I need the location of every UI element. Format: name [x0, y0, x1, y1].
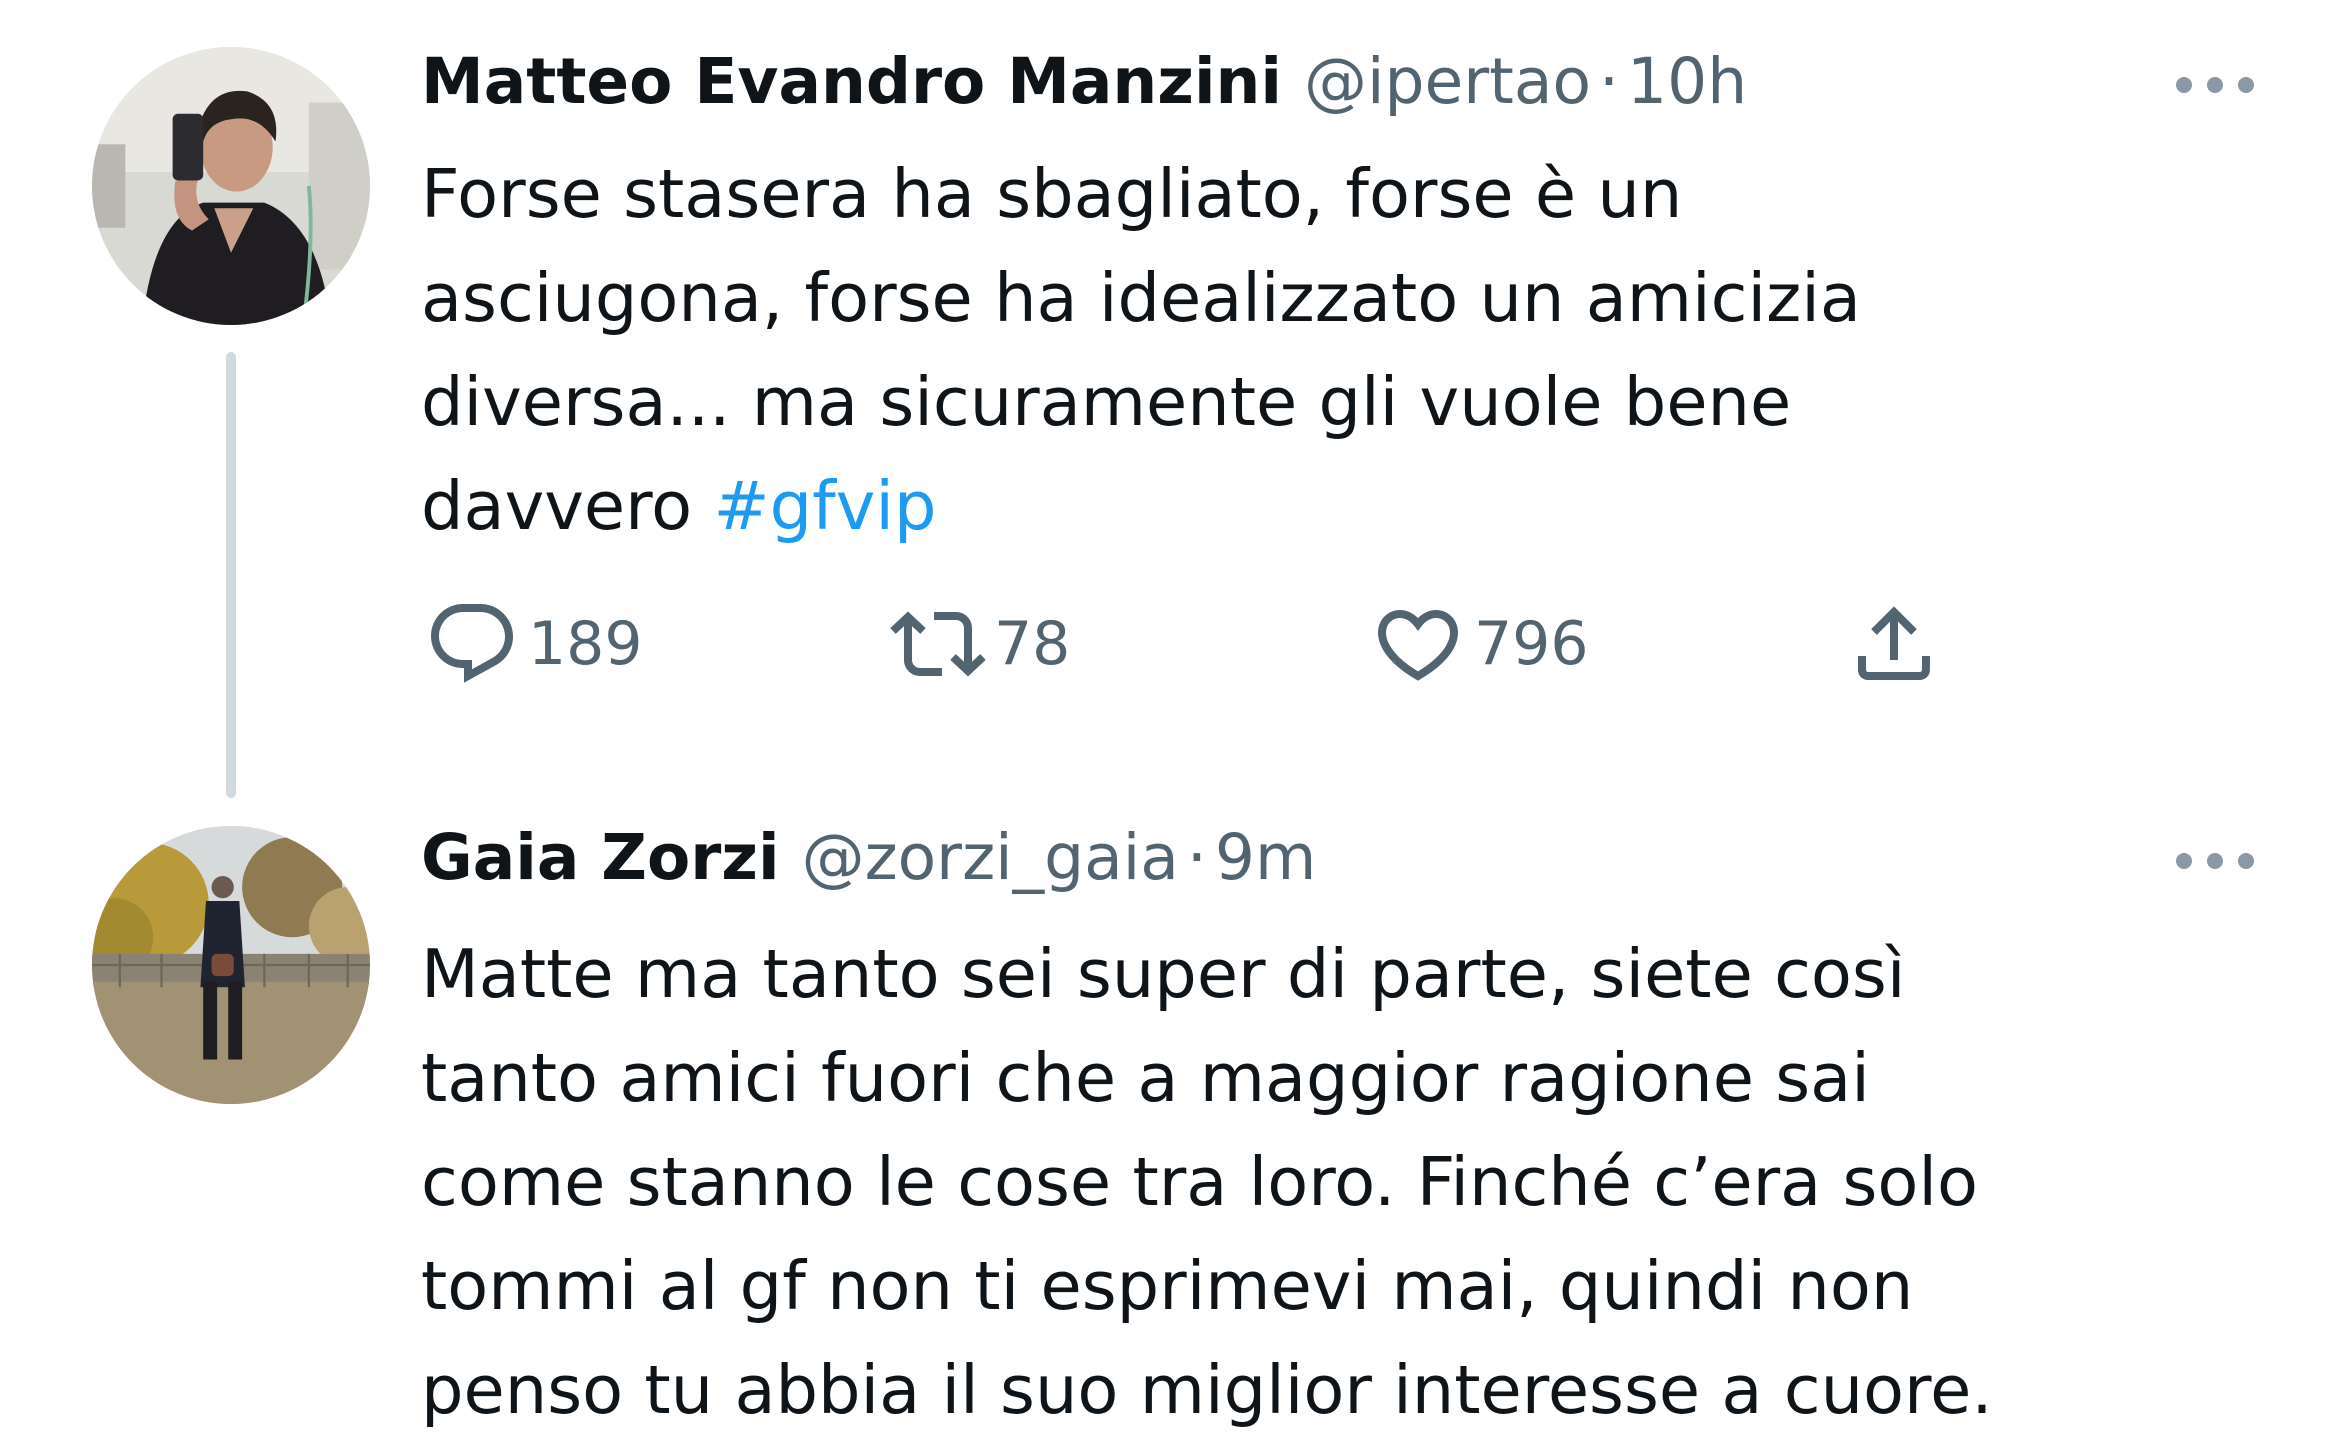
like-button[interactable]: 796: [1370, 596, 1589, 692]
tweet-text-line: penso tu abbia il suo miglior interesse …: [421, 1351, 1993, 1429]
tweet-header: Gaia Zorzi @zorzi_gaia · 9m: [421, 818, 1316, 898]
separator-dot: ·: [1186, 821, 1207, 894]
share-button[interactable]: [1846, 596, 1942, 692]
reply-icon: [431, 604, 514, 683]
tweet-timestamp[interactable]: 10h: [1627, 45, 1747, 118]
separator-dot: ·: [1599, 45, 1620, 118]
tweet-header: Matteo Evandro Manzini @ipertao · 10h: [421, 42, 1747, 122]
tweet-text-line: Forse stasera ha sbagliato, forse è un: [421, 155, 1683, 233]
avatar[interactable]: [92, 47, 370, 325]
tweet-text-line: tanto amici fuori che a maggior ragione …: [421, 1039, 1870, 1117]
avatar[interactable]: [92, 826, 370, 1104]
like-count: 796: [1474, 609, 1589, 679]
retweet-count: 78: [994, 609, 1071, 679]
tweet-text: Matte ma tanto sei super di parte, siete…: [421, 922, 2291, 1442]
thread-connector-line: [226, 352, 236, 798]
tweet-text-segment: davvero: [421, 467, 714, 545]
share-icon: [1858, 606, 1930, 680]
user-handle[interactable]: @ipertao: [1304, 45, 1591, 118]
tweet-text: Forse stasera ha sbagliato, forse è un a…: [421, 142, 2291, 558]
tweet-text-line: Matte ma tanto sei super di parte, siete…: [421, 935, 1906, 1013]
tweet-timestamp[interactable]: 9m: [1215, 821, 1316, 894]
hashtag-link[interactable]: #gfvip: [713, 467, 936, 545]
tweet-text-line: come stanno le cose tra loro. Finché c’e…: [421, 1143, 1979, 1221]
display-name[interactable]: Gaia Zorzi: [421, 821, 780, 894]
more-options-icon[interactable]: [2172, 846, 2258, 876]
retweet-icon: [890, 611, 986, 677]
tweet-text-line: asciugona, forse ha idealizzato un amici…: [421, 259, 1861, 337]
user-handle[interactable]: @zorzi_gaia: [802, 821, 1179, 894]
tweet-text-line: tommi al gf non ti esprimevi mai, quindi…: [421, 1247, 1914, 1325]
tweet-text-line: diversa... ma sicuramente gli vuole bene: [421, 363, 1792, 441]
display-name[interactable]: Matteo Evandro Manzini: [421, 45, 1282, 118]
reply-count: 189: [528, 609, 643, 679]
reply-button[interactable]: 189: [424, 596, 643, 692]
like-icon: [1377, 610, 1459, 681]
tweet-text-line: davvero #gfvip: [421, 454, 2291, 558]
more-options-icon[interactable]: [2172, 70, 2258, 100]
retweet-button[interactable]: 78: [890, 596, 1070, 692]
